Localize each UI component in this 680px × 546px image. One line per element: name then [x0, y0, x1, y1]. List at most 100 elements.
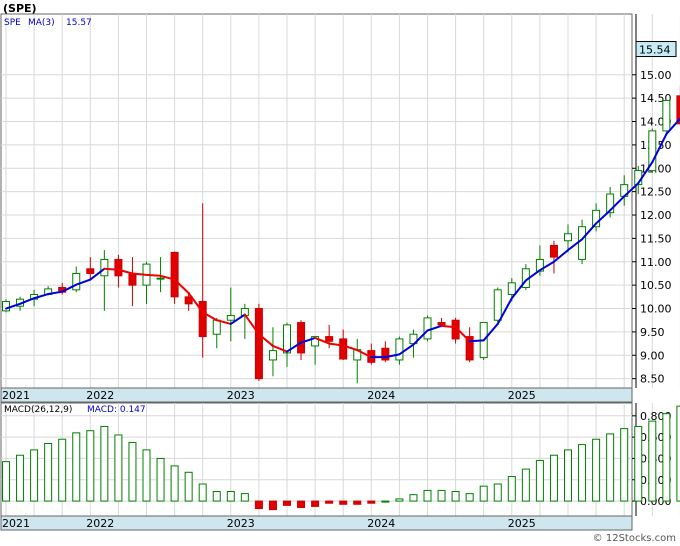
- macd-bar: [564, 449, 572, 502]
- candle-body: [395, 338, 404, 361]
- macd-bar: [297, 500, 306, 508]
- macd-bar: [86, 430, 95, 502]
- macd-year-label: 2021: [2, 517, 30, 530]
- price-panel: 8.50 9.00 9.50 10.00 10.50 11.00 11.50 12.00 12.…: [0, 13, 680, 403]
- price-tick-label: 10.50: [640, 279, 672, 292]
- macd-bar: [395, 498, 404, 502]
- ma-line-segment: [131, 272, 148, 276]
- macd-bar: [381, 500, 390, 503]
- ma-line-segment: [103, 267, 120, 271]
- macd-bar: [58, 438, 67, 502]
- candle-body: [437, 322, 446, 326]
- macd-bar: [283, 500, 291, 506]
- macd-bar: [634, 425, 643, 502]
- price-tick-label: 11.00: [640, 256, 672, 269]
- candle-body: [564, 233, 572, 242]
- price-year-label: 2022: [86, 389, 114, 402]
- price-year-label: 2023: [227, 389, 255, 402]
- macd-bar: [493, 483, 502, 502]
- macd-year-label: 2023: [227, 517, 255, 530]
- candle-body: [226, 315, 235, 321]
- macd-bar: [479, 485, 488, 502]
- candle-body: [170, 251, 179, 298]
- ma-line-segment: [440, 324, 457, 329]
- macd-year-label: 2025: [508, 517, 536, 530]
- price-year-label: 2021: [2, 389, 30, 402]
- macd-year-label: 2024: [367, 517, 395, 530]
- price-tick-label: 9.50: [640, 326, 665, 339]
- price-tick-label: 10.00: [640, 303, 672, 316]
- macd-bar: [409, 494, 418, 502]
- stock-chart: 8.50 9.00 9.50 10.00 10.50 11.00 11.50 12.00 12.…: [0, 0, 680, 546]
- macd-bar: [325, 500, 334, 504]
- price-year-label: 2025: [508, 389, 536, 402]
- candle-body: [325, 336, 334, 342]
- candle-body: [283, 324, 291, 354]
- candle-body: [381, 347, 390, 361]
- macd-bar: [44, 443, 53, 502]
- price-tick-label: 15.00: [640, 69, 672, 82]
- macd-bar: [578, 444, 587, 502]
- macd-bar: [620, 428, 629, 502]
- macd-bar: [339, 500, 348, 505]
- candle-body: [662, 99, 671, 132]
- candle-body: [297, 322, 306, 354]
- legend-ma-value: 15.57: [66, 18, 92, 28]
- macd-bar: [437, 489, 446, 502]
- macd-bar: [184, 471, 193, 502]
- legend-symbol: SPE: [4, 18, 21, 28]
- candle-body: [493, 289, 502, 321]
- candle-body: [507, 282, 516, 295]
- macd-bar: [72, 432, 81, 502]
- macd-bar: [114, 434, 123, 502]
- candle-body: [156, 277, 165, 280]
- macd-bar: [311, 500, 320, 507]
- macd-year-label: 2022: [86, 517, 114, 530]
- macd-bar: [226, 490, 235, 502]
- candle-body: [128, 272, 137, 286]
- macd-bar: [128, 441, 137, 502]
- candle-body: [578, 226, 587, 260]
- macd-bar: [254, 500, 263, 510]
- candle-body: [268, 350, 277, 361]
- candle-body: [549, 244, 558, 258]
- candle-body: [86, 268, 95, 274]
- macd-bar: [662, 413, 671, 502]
- ma-line-segment: [468, 339, 485, 343]
- macd-bar: [592, 438, 601, 502]
- legend-ma-label: MA(3): [28, 18, 55, 28]
- macd-bar: [451, 490, 460, 502]
- macd-bar: [648, 420, 657, 502]
- macd-bar: [606, 433, 615, 502]
- macd-panel: 0.0000.2000.4000.6000.800MACD(26,12,9)MA…: [0, 402, 680, 531]
- ma-line-segment: [145, 273, 162, 277]
- candle-body: [339, 338, 348, 360]
- price-year-label: 2024: [367, 389, 395, 402]
- candle-body: [114, 258, 123, 277]
- macd-title: MACD(26,12,9): [4, 405, 72, 415]
- macd-bar: [170, 465, 179, 502]
- macd-bar: [521, 468, 530, 502]
- price-tick-label: 9.00: [640, 349, 665, 362]
- price-tick-label: 8.50: [640, 373, 665, 386]
- candle-body: [423, 317, 432, 340]
- macd-bar: [268, 500, 277, 511]
- macd-bar: [367, 500, 376, 504]
- chart-title: (SPE): [3, 2, 37, 15]
- candle-body: [100, 258, 109, 277]
- macd-bar: [535, 460, 544, 502]
- macd-bar: [100, 425, 109, 502]
- macd-bar: [2, 461, 10, 502]
- macd-bar: [423, 489, 432, 502]
- candle-body: [254, 308, 263, 380]
- macd-bar: [549, 454, 558, 502]
- candle-body: [72, 272, 81, 291]
- macd-bar: [16, 454, 25, 502]
- macd-bar: [240, 493, 249, 502]
- price-tick-label: 11.50: [640, 232, 672, 245]
- copyright-label: © 12Stocks.com: [593, 533, 676, 544]
- last-price-label: 15.54: [639, 44, 671, 57]
- price-tick-label: 12.00: [640, 209, 672, 222]
- macd-bar: [156, 457, 165, 502]
- macd-bar: [507, 476, 516, 502]
